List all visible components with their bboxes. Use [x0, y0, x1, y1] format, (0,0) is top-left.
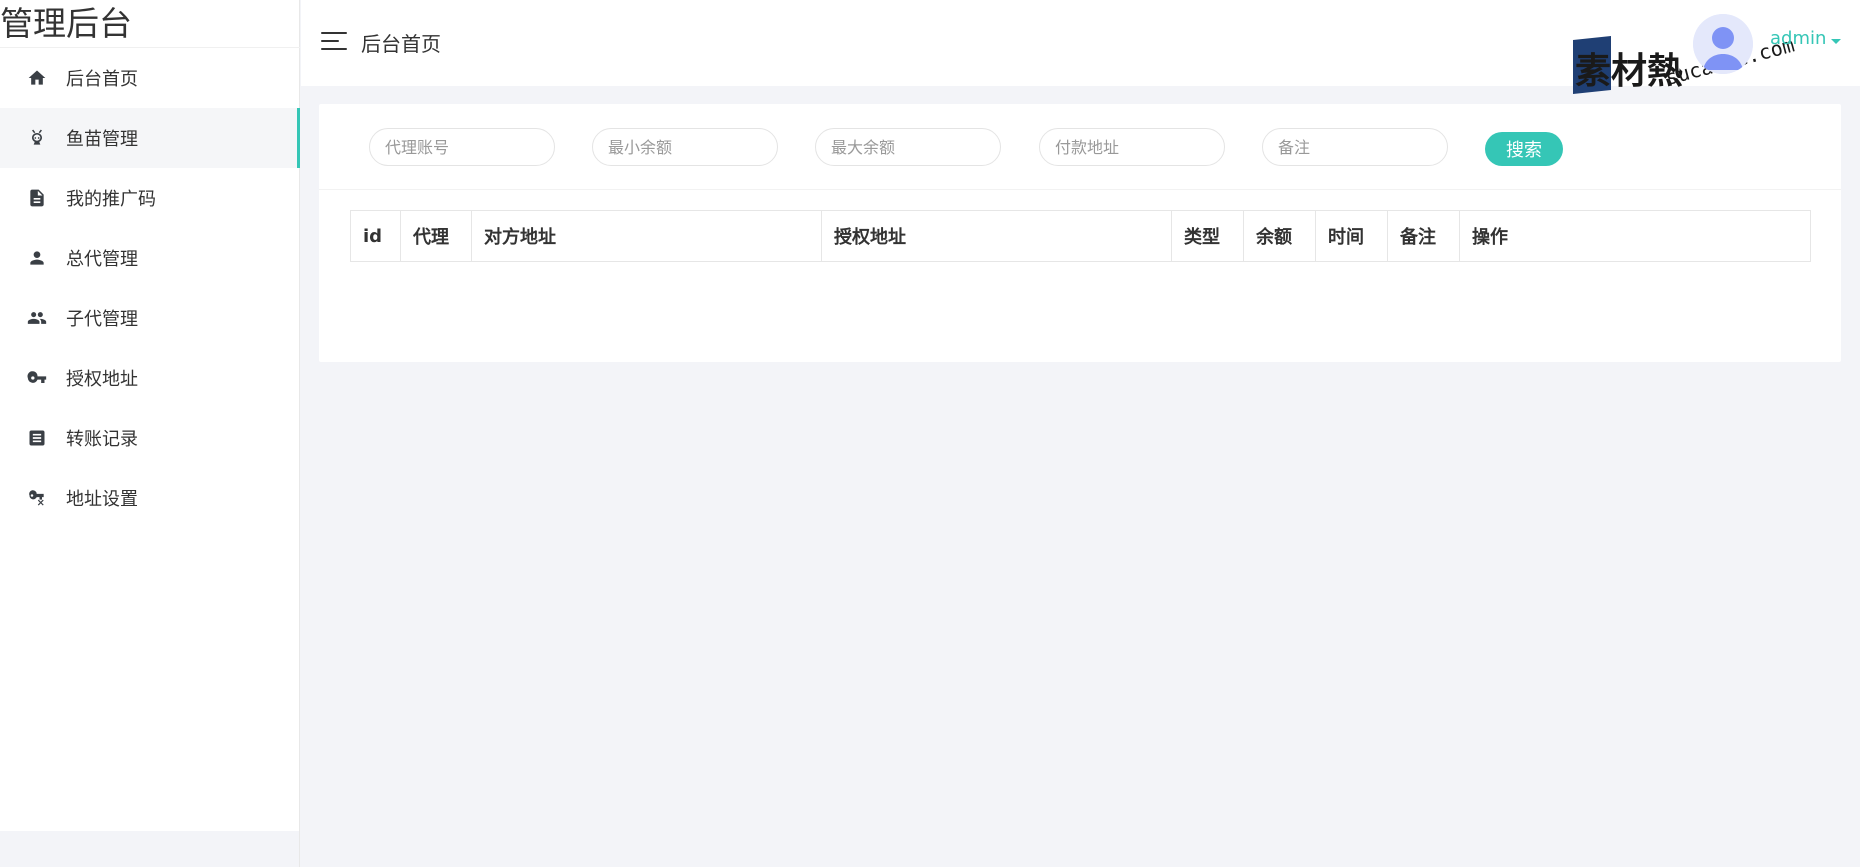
sidebar-menu: 后台首页 鱼苗管理 我的推广码 总代管理 子代管理 授权地址 转账记录 地址设置 — [0, 48, 300, 528]
column-header-remark: 备注 — [1387, 210, 1460, 262]
key-settings-icon — [26, 487, 48, 509]
table-header-row: id 代理 对方地址 授权地址 类型 余额 时间 备注 操作 — [350, 210, 1811, 262]
search-button[interactable]: 搜索 — [1485, 132, 1563, 166]
sidebar-item-transfer-records[interactable]: 转账记录 — [0, 408, 300, 468]
sidebar-item-promo-code[interactable]: 我的推广码 — [0, 168, 300, 228]
sidebar-item-home[interactable]: 后台首页 — [0, 48, 300, 108]
user-menu[interactable]: admin — [1770, 28, 1826, 49]
person-icon — [26, 247, 48, 269]
document-icon — [26, 187, 48, 209]
data-table: id 代理 对方地址 授权地址 类型 余额 时间 备注 操作 — [350, 210, 1811, 262]
sidebar-item-authorized-addresses[interactable]: 授权地址 — [0, 348, 300, 408]
fish-icon — [26, 127, 48, 149]
sidebar-item-label: 鱼苗管理 — [66, 129, 138, 150]
column-header-counterparty-address: 对方地址 — [471, 210, 822, 262]
sidebar-item-label: 转账记录 — [66, 429, 138, 450]
payment-address-input[interactable] — [1039, 128, 1225, 166]
sidebar-item-label: 授权地址 — [66, 369, 138, 390]
search-bar: 搜索 — [319, 104, 1841, 190]
column-header-balance: 余额 — [1243, 210, 1316, 262]
sidebar-item-label: 子代管理 — [66, 309, 138, 330]
min-balance-input[interactable] — [592, 128, 778, 166]
top-header: 后台首页 素材熱 sucaire.com admin — [301, 0, 1860, 94]
remark-input[interactable] — [1262, 128, 1448, 166]
sidebar-footer — [0, 831, 300, 867]
column-header-actions: 操作 — [1459, 210, 1811, 262]
people-icon — [26, 307, 48, 329]
column-header-time: 时间 — [1315, 210, 1388, 262]
sidebar-item-label: 地址设置 — [66, 489, 138, 510]
column-header-id: id — [350, 210, 401, 262]
column-header-agent: 代理 — [400, 210, 472, 262]
chevron-down-icon[interactable] — [1831, 39, 1841, 44]
agent-account-input[interactable] — [369, 128, 555, 166]
sidebar-item-label: 我的推广码 — [66, 189, 156, 210]
sidebar-item-label: 总代管理 — [66, 249, 138, 270]
record-icon — [26, 427, 48, 449]
max-balance-input[interactable] — [815, 128, 1001, 166]
sidebar: 管理后台 后台首页 鱼苗管理 我的推广码 总代管理 子代管理 授权地址 转账记录… — [0, 0, 300, 831]
avatar[interactable] — [1693, 14, 1753, 74]
sidebar-item-general-agents[interactable]: 总代管理 — [0, 228, 300, 288]
sidebar-item-sub-agents[interactable]: 子代管理 — [0, 288, 300, 348]
sidebar-item-fish-management[interactable]: 鱼苗管理 — [0, 108, 300, 168]
page-title: 后台首页 — [361, 32, 441, 56]
home-icon — [26, 67, 48, 89]
brand-title: 管理后台 — [0, 0, 300, 48]
sidebar-item-label: 后台首页 — [66, 69, 138, 90]
column-header-authorized-address: 授权地址 — [821, 210, 1172, 262]
column-header-type: 类型 — [1171, 210, 1244, 262]
main-card: 搜索 id 代理 对方地址 授权地址 类型 — [319, 104, 1841, 362]
menu-toggle-icon[interactable] — [321, 30, 347, 52]
sidebar-item-address-settings[interactable]: 地址设置 — [0, 468, 300, 528]
data-table-wrap: id 代理 对方地址 授权地址 类型 余额 时间 备注 操作 — [350, 210, 1811, 262]
key-icon — [26, 367, 48, 389]
